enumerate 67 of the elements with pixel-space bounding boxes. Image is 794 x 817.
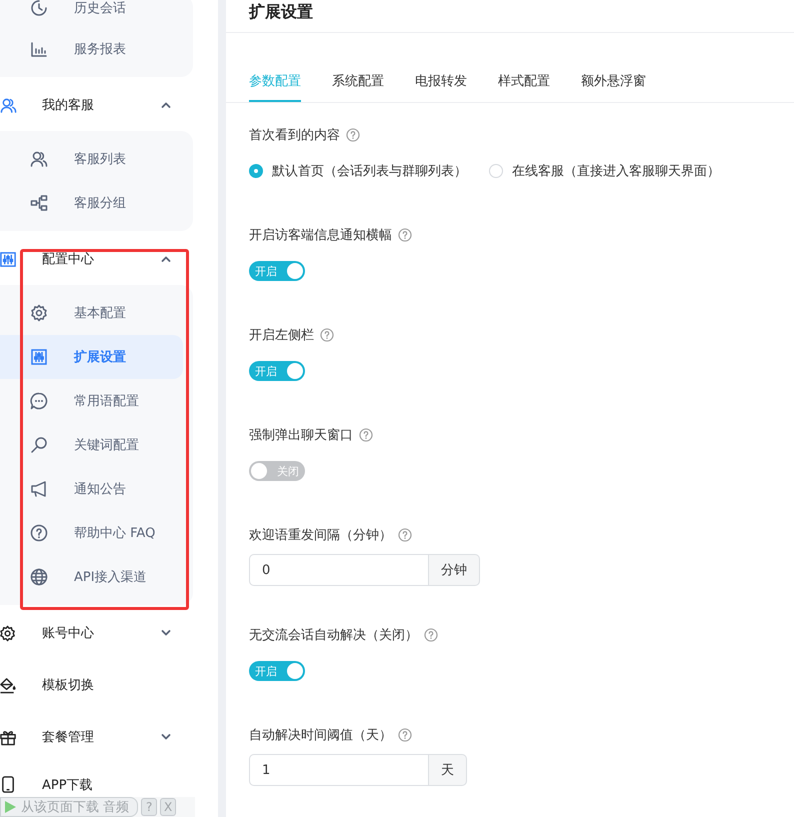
- chevron-icon: [161, 255, 171, 263]
- gear-icon: [30, 304, 48, 322]
- radio-label: 默认首页（会话列表与群聊列表）: [272, 163, 467, 180]
- chevron-icon: [161, 629, 171, 637]
- field-label: 首次看到的内容: [249, 127, 340, 144]
- field-label: 无交流会话自动解决（关闭）: [249, 627, 418, 644]
- field-label: 开启左侧栏: [249, 327, 314, 344]
- tab[interactable]: 电报转发: [415, 61, 467, 102]
- radio-button[interactable]: [489, 164, 503, 178]
- unit-label: 分钟: [429, 554, 480, 586]
- number-input[interactable]: 0: [249, 554, 429, 586]
- field-label: 自动解决时间阈值（天）: [249, 727, 392, 744]
- globe-icon: [30, 568, 48, 586]
- radio-label: 在线客服（直接进入客服聊天界面）: [512, 163, 720, 180]
- help-icon: [320, 328, 334, 342]
- submenu-item[interactable]: API接入渠道: [0, 555, 183, 599]
- help-icon: [346, 128, 360, 142]
- gear-icon: [0, 624, 17, 642]
- menu-item[interactable]: 账号中心: [0, 607, 193, 659]
- search-icon: [30, 436, 48, 454]
- submenu-item[interactable]: 客服列表: [0, 137, 183, 181]
- chevron-icon: [161, 101, 171, 109]
- menu-item[interactable]: 我的客服: [0, 79, 193, 131]
- tab[interactable]: 额外悬浮窗: [581, 61, 646, 102]
- chevron-icon: [161, 733, 171, 741]
- submenu-item[interactable]: 常用语配置: [0, 379, 183, 423]
- gift-icon: [0, 728, 17, 746]
- people-icon: [0, 96, 17, 114]
- menu-item[interactable]: 配置中心: [0, 233, 193, 285]
- submenu-item[interactable]: 历史会话: [0, 0, 183, 27]
- submenu-item[interactable]: 服务报表: [0, 27, 183, 71]
- radio-button[interactable]: [249, 164, 263, 178]
- number-input[interactable]: 1: [249, 754, 429, 786]
- submenu-item[interactable]: 关键词配置: [0, 423, 183, 467]
- sliders-icon: [0, 250, 17, 268]
- play-icon: [3, 800, 17, 814]
- sliders-icon: [30, 348, 48, 366]
- clock-icon: [30, 0, 48, 17]
- help-icon: [30, 524, 48, 542]
- field-label: 欢迎语重发间隔（分钟）: [249, 527, 392, 544]
- chat-bubble-icon: [30, 392, 48, 410]
- help-icon: [398, 528, 412, 542]
- help-icon: [398, 228, 412, 242]
- download-text: 从该页面下载 音频: [21, 799, 130, 816]
- page-title: 扩展设置: [249, 2, 313, 23]
- submenu-item[interactable]: 客服分组: [0, 181, 183, 225]
- menu-item[interactable]: 模板切换: [0, 659, 193, 711]
- megaphone-icon: [30, 480, 48, 498]
- unit-label: 天: [429, 754, 467, 786]
- help-icon: [359, 428, 373, 442]
- help-icon: [424, 628, 438, 642]
- submenu-item[interactable]: 基本配置: [0, 291, 183, 335]
- submenu-item[interactable]: 通知公告: [0, 467, 183, 511]
- paint-bucket-icon: [0, 676, 17, 694]
- field-label: 强制弹出聊天窗口: [249, 427, 353, 444]
- tab[interactable]: 样式配置: [498, 61, 550, 102]
- field-label: 开启访客端信息通知横幅: [249, 227, 392, 244]
- submenu-item[interactable]: 扩展设置: [0, 335, 183, 379]
- menu-item[interactable]: APP下载: [0, 776, 193, 793]
- submenu-item[interactable]: 帮助中心 FAQ: [0, 511, 183, 555]
- help-icon: [398, 728, 412, 742]
- phone-icon: [0, 776, 17, 793]
- bar-chart-icon: [30, 40, 48, 58]
- menu-item[interactable]: 套餐管理: [0, 711, 193, 763]
- org-chart-icon: [30, 194, 48, 212]
- tab[interactable]: 系统配置: [332, 61, 384, 102]
- people-icon: [30, 150, 48, 168]
